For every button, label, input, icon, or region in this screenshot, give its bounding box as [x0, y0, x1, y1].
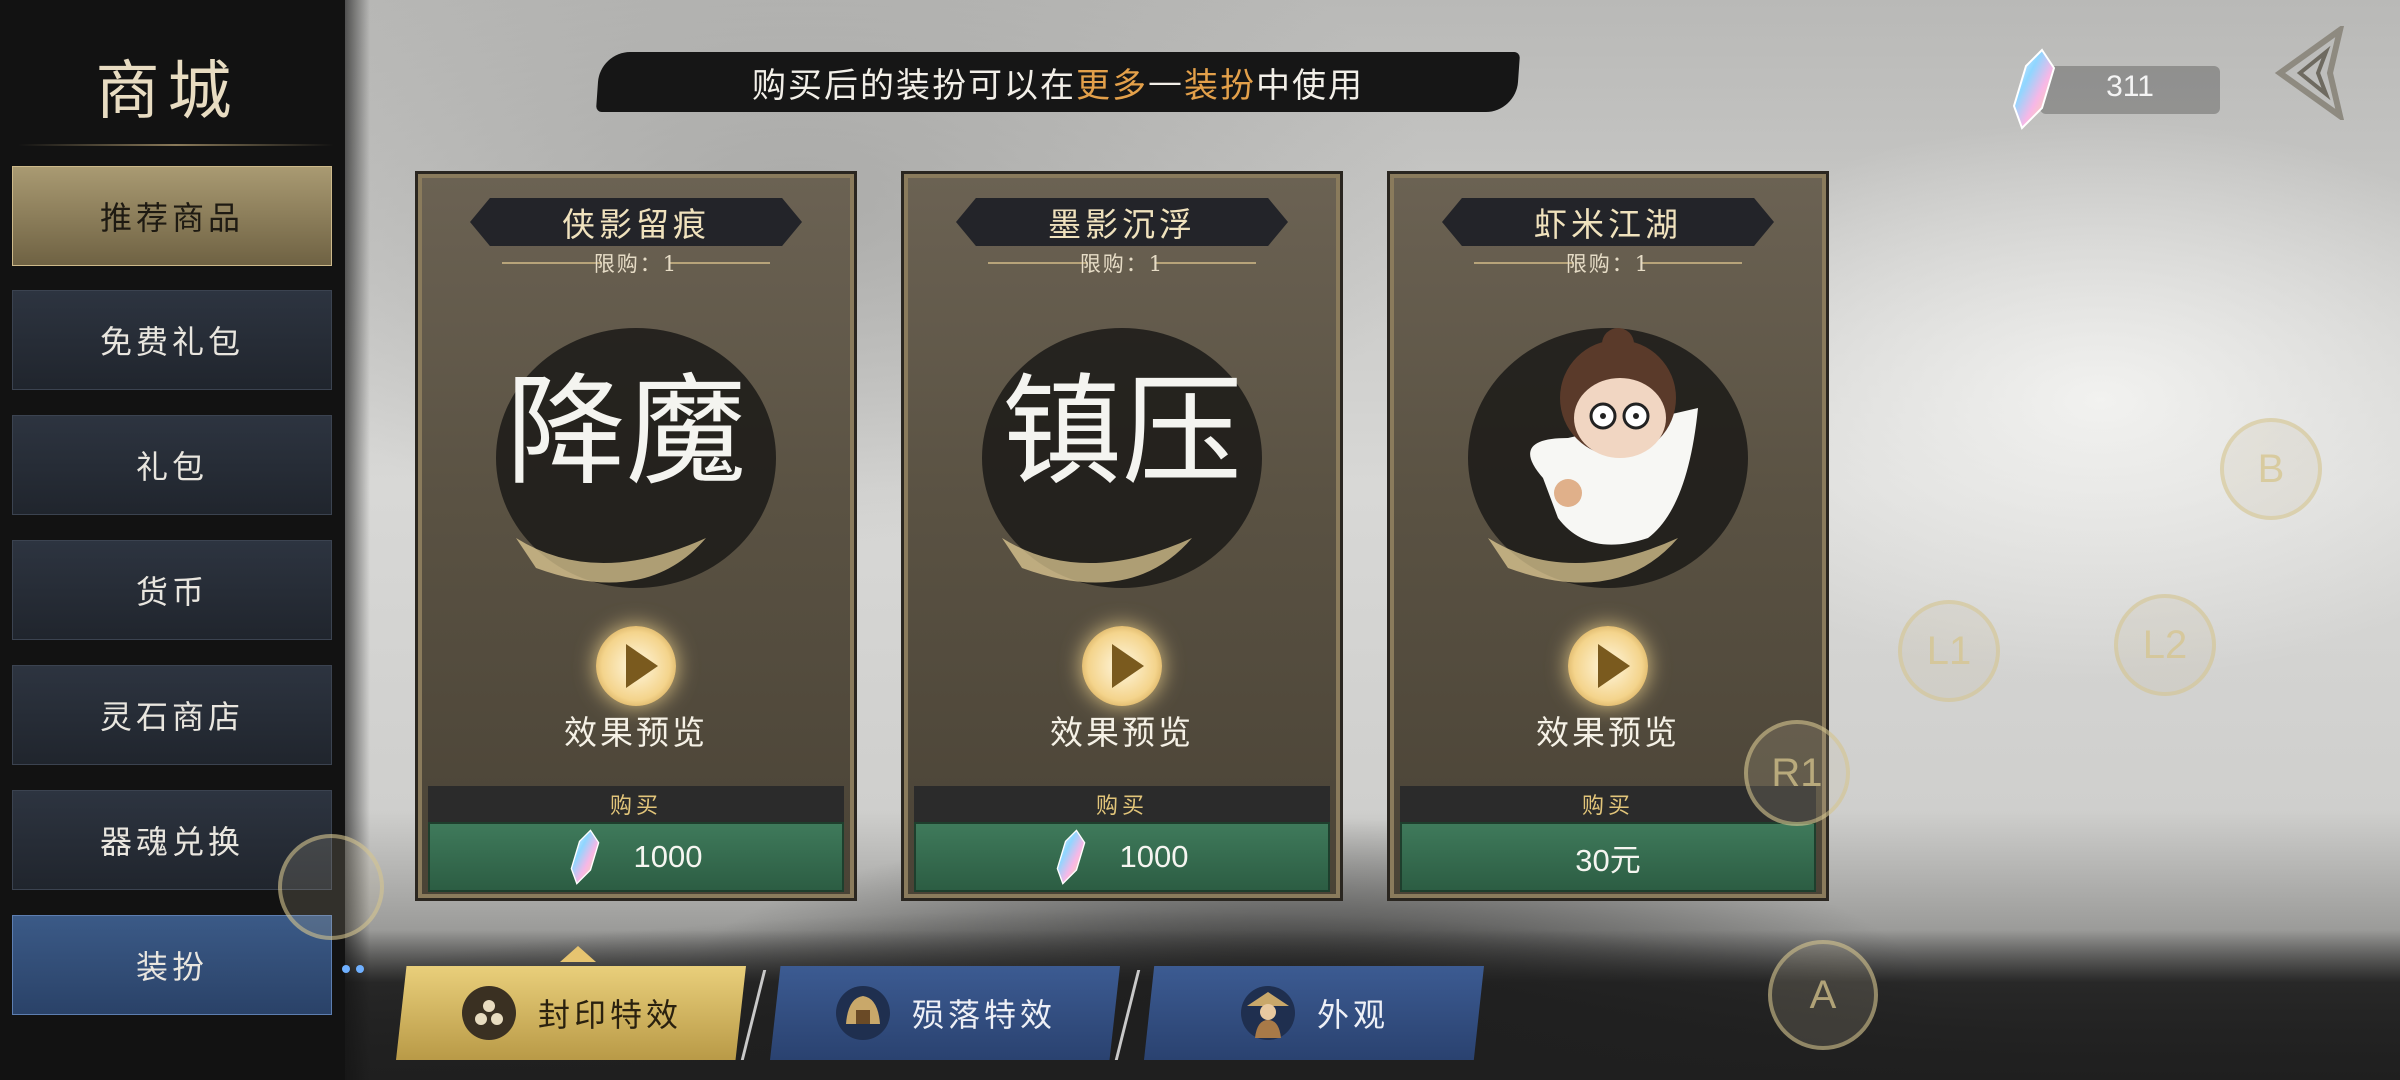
sidebar-item-free-gift[interactable]: 免费礼包: [12, 290, 332, 390]
banner-highlight-dress: 装扮: [1184, 65, 1256, 106]
card-name: 侠影留痕: [470, 198, 802, 246]
back-icon[interactable]: [2270, 26, 2354, 120]
sidebar-item-recommended[interactable]: 推荐商品: [12, 166, 332, 266]
banner-message: 购买后的装扮可以在 更多 — 装扮 中使用: [598, 52, 1518, 112]
price-value: 1000: [1119, 839, 1189, 874]
controller-button-r1[interactable]: R1: [1744, 720, 1850, 826]
tab-label: 殒落特效: [911, 996, 1056, 1034]
buy-label: 购买: [914, 786, 1330, 822]
tab-seal-effect[interactable]: 封印特效: [396, 966, 746, 1060]
helmet-icon: [835, 986, 890, 1040]
controller-button-l1[interactable]: L1: [1898, 600, 2000, 702]
tab-fall-effect[interactable]: 殒落特效: [770, 966, 1120, 1060]
product-card-1[interactable]: 侠影留痕 限购：1 降魔 效果预览 购买 1000: [418, 174, 854, 898]
price-value: 1000: [633, 839, 703, 874]
preview-label[interactable]: 效果预览: [422, 706, 850, 754]
effect-art: 降魔: [496, 328, 776, 588]
card-name: 虾米江湖: [1442, 198, 1774, 246]
page-indicator-dots: [342, 965, 364, 973]
buy-label: 购买: [428, 786, 844, 822]
crystal-gem-icon: [570, 829, 599, 885]
product-card-2[interactable]: 墨影沉浮 限购：1 镇压 效果预览 购买 1000: [904, 174, 1340, 898]
banner-prefix: 购买后的装扮可以在: [752, 65, 1076, 106]
character-icon: [1240, 986, 1295, 1040]
price-button[interactable]: 1000: [914, 822, 1330, 892]
play-icon: [1598, 644, 1630, 688]
tab-appearance[interactable]: 外观: [1144, 966, 1484, 1060]
currency-value: 311: [2106, 70, 2154, 103]
purchase-limit: 限购：1: [1079, 252, 1165, 276]
tab-label: 外观: [1316, 996, 1389, 1034]
controller-button-b[interactable]: B: [2220, 418, 2322, 520]
play-icon: [626, 644, 658, 688]
active-tab-indicator: [560, 946, 596, 962]
sidebar-item-currency[interactable]: 货币: [12, 540, 332, 640]
sidebar-item-spirit-stone-shop[interactable]: 灵石商店: [12, 665, 332, 765]
joystick-icon[interactable]: [278, 834, 384, 940]
crystal-gem-icon: [1056, 829, 1085, 885]
controller-button-a[interactable]: A: [1768, 940, 1878, 1050]
seal-icon: [461, 986, 516, 1040]
purchase-limit: 限购：1: [1565, 252, 1651, 276]
price-value: 30元: [1575, 842, 1641, 878]
controller-button-l2[interactable]: L2: [2114, 594, 2216, 696]
title-divider: [18, 144, 334, 146]
shop-title: 商城: [95, 55, 240, 129]
card-name: 墨影沉浮: [956, 198, 1288, 246]
banner-suffix: 中使用: [1256, 65, 1364, 106]
price-button[interactable]: 1000: [428, 822, 844, 892]
price-button[interactable]: 30元: [1400, 822, 1816, 892]
art-calligraphy: 镇压: [1002, 363, 1242, 502]
preview-label[interactable]: 效果预览: [908, 706, 1336, 754]
purchase-limit: 限购：1: [593, 252, 679, 276]
sidebar-item-dress-up[interactable]: 装扮: [12, 915, 332, 1015]
art-calligraphy: 降魔: [506, 363, 746, 502]
effect-art: 镇压: [982, 328, 1262, 588]
banner-highlight-more: 更多: [1076, 65, 1148, 106]
chibi-character-art: [1468, 328, 1748, 588]
banner-dash: —: [1148, 62, 1184, 102]
play-icon: [1112, 644, 1144, 688]
tab-label: 封印特效: [537, 996, 682, 1034]
sidebar-item-gift[interactable]: 礼包: [12, 415, 332, 515]
